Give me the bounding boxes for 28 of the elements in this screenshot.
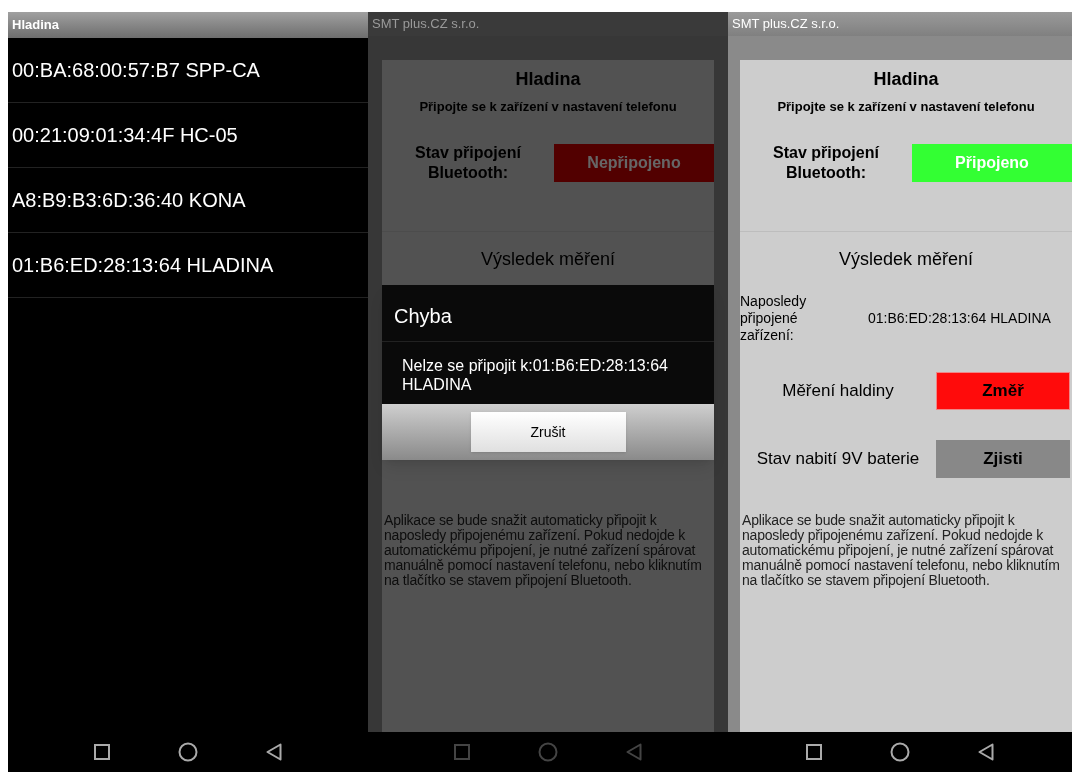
app-title: Hladina: [12, 16, 59, 35]
screen-title: Hladina: [872, 68, 940, 91]
app-header: SMT plus.CZ s.r.o.: [372, 15, 480, 34]
status-label: Stav připojení Bluetooth:: [772, 142, 880, 183]
section-heading: Výsledek měření: [479, 247, 617, 271]
back-icon[interactable]: [266, 743, 282, 761]
back-icon[interactable]: [978, 743, 994, 761]
measure-button[interactable]: Změř: [936, 371, 1070, 410]
subtitle-text: Připojte se k zařízení v nastavení telefonu: [418, 98, 678, 116]
recents-icon[interactable]: [94, 744, 110, 760]
screen-title: Hladina: [514, 68, 582, 91]
dialog-title: Chyba: [382, 285, 714, 342]
app-header: SMT plus.CZ s.r.o.: [732, 15, 840, 34]
home-icon[interactable]: [890, 742, 910, 762]
section-heading: Výsledek měření: [837, 247, 975, 271]
field-value: 01:B6:ED:28:13:64 HLADINA: [867, 308, 1052, 328]
cancel-button[interactable]: Zrušit: [470, 412, 626, 452]
home-icon[interactable]: [178, 742, 198, 762]
battery-label: Stav nabití 9V baterie: [755, 447, 921, 470]
subtitle-text: Připojte se k zařízení v nastavení telefonu: [776, 98, 1036, 116]
dialog-message: Nelze se připojit k:01:B6:ED:28:13:64 HLADINA: [401, 356, 669, 395]
battery-button[interactable]: Zjisti: [936, 439, 1070, 478]
measure-label: Měření haldiny: [781, 379, 895, 402]
status-label: Stav připojení Bluetooth:: [414, 142, 522, 183]
field-label: Naposledy připojené zařízení:: [740, 292, 808, 344]
info-text: Aplikace se bude snažit automaticky připojit k naposledy připojenému zařízení. Pokud nedojde k automatickému připojení, je nutné zařízení spárovat manuálně pomocí nastavení telefonu, nebo kliknutím na tlačítko se stavem připojení Bluetooth.: [741, 512, 1061, 588]
info-text: Aplikace se bude snažit automaticky připojit k naposledy připojenému zařízení. Pokud nedojde k automatickému připojení, je nutné zařízení spárovat manuálně pomocí nastavení telefonu, nebo kliknutím na tlačítko se stavem připojení Bluetooth.: [383, 512, 703, 588]
recents-icon[interactable]: [806, 744, 822, 760]
